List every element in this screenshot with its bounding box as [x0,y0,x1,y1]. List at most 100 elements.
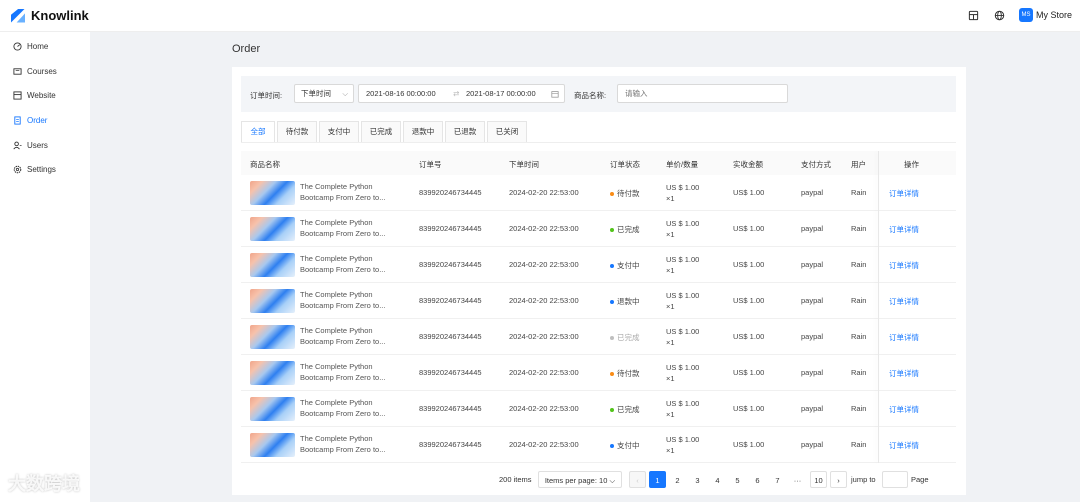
order-time: 2024-02-20 22:53:00 [509,404,579,413]
product-name[interactable]: The Complete Python Bootcamp From Zero to… [300,325,400,347]
tab-closed[interactable]: 已关闭 [487,121,527,143]
store-name[interactable]: My Store [1036,10,1072,20]
page-button-3[interactable]: 3 [689,471,706,488]
chevron-down-icon: ⌵ [342,89,348,98]
product-thumbnail[interactable] [250,397,295,421]
product-name-input[interactable] [617,84,788,103]
calendar-icon [551,85,559,102]
price-quantity: US $ 1.00 ×1 [666,218,699,240]
order-time: 2024-02-20 22:53:00 [509,260,579,269]
column-header-time: 下单时间 [509,160,539,169]
page-ellipsis[interactable]: ··· [789,471,806,488]
product-name-line1: The Complete Python [300,326,373,335]
column-header-order-no: 订单号 [419,160,442,169]
product-thumbnail[interactable] [250,433,295,457]
filter-bar: 订单时间: 下单时间 ⌵ 2021-08-16 00:00:00 ⇄ 2021-… [241,76,956,112]
payment-method: paypal [801,224,824,233]
product-name-line2: Bootcamp From Zero to... [300,229,386,238]
product-name-line2: Bootcamp From Zero to... [300,265,386,274]
page-button-2[interactable]: 2 [669,471,686,488]
product-thumbnail[interactable] [250,253,295,277]
order-number: 839920246734445 [419,332,482,341]
product-name[interactable]: The Complete Python Bootcamp From Zero to… [300,397,400,419]
tab-pending-payment[interactable]: 待付款 [277,121,317,143]
table-row: The Complete Python Bootcamp From Zero to… [241,175,956,211]
product-thumbnail[interactable] [250,181,295,205]
sidebar-item-settings[interactable]: Settings [0,157,90,182]
product-name[interactable]: The Complete Python Bootcamp From Zero to… [300,433,400,455]
sidebar-item-order[interactable]: Order [0,108,90,133]
items-per-page-select[interactable]: Items per page: 10 ⌵ [538,471,622,488]
product-name[interactable]: The Complete Python Bootcamp From Zero to… [300,361,400,383]
sidebar-item-users[interactable]: Users [0,133,90,158]
order-details-link[interactable]: 订单详情 [889,332,919,343]
user-name: Rain [851,332,867,341]
date-range-picker[interactable]: 2021-08-16 00:00:00 ⇄ 2021-08-17 00:00:0… [358,84,565,103]
orders-table: 商品名称 订单号 下单时间 订单状态 单价/数量 实收金额 支付方式 用户 操作… [241,151,956,463]
sidebar-item-label: Courses [27,66,57,76]
order-details-link[interactable]: 订单详情 [889,440,919,451]
logo-icon [11,8,25,23]
order-details-link[interactable]: 订单详情 [889,404,919,415]
order-details-link[interactable]: 订单详情 [889,296,919,307]
product-name[interactable]: The Complete Python Bootcamp From Zero to… [300,289,400,311]
sidebar-item-label: Website [27,91,56,101]
order-details-link[interactable]: 订单详情 [889,188,919,199]
tab-all[interactable]: 全部 [241,121,275,143]
product-name-line2: Bootcamp From Zero to... [300,445,386,454]
product-name[interactable]: The Complete Python Bootcamp From Zero to… [300,181,400,203]
order-details-link[interactable]: 订单详情 [889,260,919,271]
globe-icon[interactable] [993,8,1007,22]
date-end[interactable]: 2021-08-17 00:00:00 [466,85,536,102]
status-dot [610,300,614,305]
page-button-10[interactable]: 10 [810,471,827,488]
product-thumbnail[interactable] [250,217,295,241]
product-thumbnail[interactable] [250,325,295,349]
product-name[interactable]: The Complete Python Bootcamp From Zero to… [300,253,400,275]
amount-received: US$ 1.00 [733,440,765,449]
avatar[interactable]: MS [1018,8,1033,22]
quantity: ×1 [666,302,675,311]
tab-completed[interactable]: 已完成 [361,121,401,143]
order-details-link[interactable]: 订单详情 [889,368,919,379]
tab-refunding[interactable]: 退款中 [403,121,443,143]
price-quantity: US $ 1.00 ×1 [666,182,699,204]
page-button-6[interactable]: 6 [749,471,766,488]
date-start[interactable]: 2021-08-16 00:00:00 [366,85,436,102]
app-logo[interactable]: Knowlink [11,8,89,23]
sidebar-item-home[interactable]: Home [0,34,90,59]
status-dot [610,372,614,377]
prev-page-button[interactable]: ‹ [629,471,646,488]
store-icon[interactable] [967,8,981,22]
page-button-5[interactable]: 5 [729,471,746,488]
user-name: Rain [851,224,867,233]
tab-paying[interactable]: 支付中 [319,121,359,143]
next-page-button[interactable]: › [830,471,847,488]
product-thumbnail[interactable] [250,289,295,313]
order-time: 2024-02-20 22:53:00 [509,224,579,233]
sidebar-item-website[interactable]: Website [0,83,90,108]
tab-refunded[interactable]: 已退款 [445,121,485,143]
page-button-7[interactable]: 7 [769,471,786,488]
table-row: The Complete Python Bootcamp From Zero to… [241,355,956,391]
product-name[interactable]: The Complete Python Bootcamp From Zero to… [300,217,400,239]
page-button-1[interactable]: 1 [649,471,666,488]
product-name-line1: The Complete Python [300,182,373,191]
user-name: Rain [851,440,867,449]
sidebar-item-label: Home [27,41,49,51]
quantity: ×1 [666,374,675,383]
product-thumbnail[interactable] [250,361,295,385]
order-time-select[interactable]: 下单时间 ⌵ [294,84,354,103]
sidebar-item-courses[interactable]: Courses [0,59,90,84]
page-button-4[interactable]: 4 [709,471,726,488]
unit-price: US $ 1.00 [666,291,700,300]
jump-to-input[interactable] [882,471,908,488]
status-text: 已完成 [617,405,640,414]
fixed-column-divider [878,151,879,463]
column-header-actions: 操作 [904,160,919,169]
order-details-link[interactable]: 订单详情 [889,224,919,235]
app-name: Knowlink [31,8,89,23]
order-status: 待付款 [610,368,640,379]
quantity: ×1 [666,446,675,455]
payment-method: paypal [801,188,824,197]
